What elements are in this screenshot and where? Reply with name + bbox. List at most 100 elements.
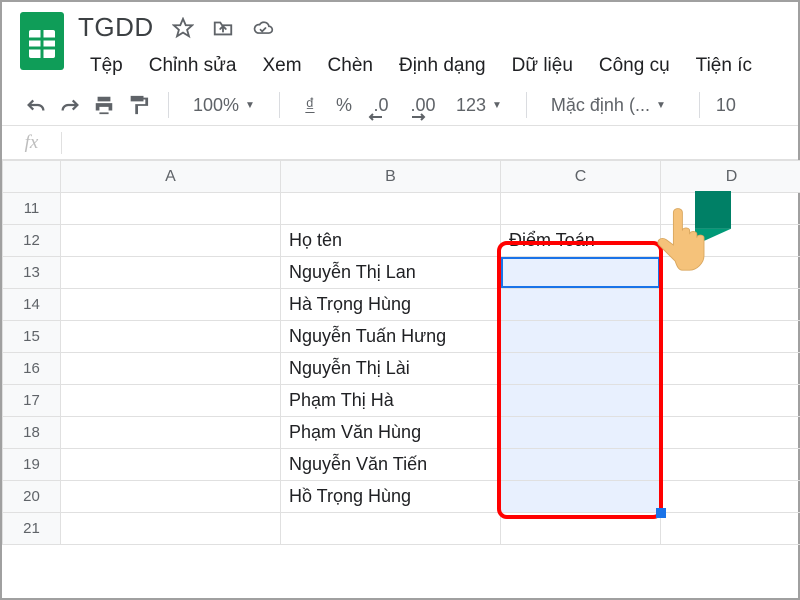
cell-C19[interactable]	[501, 449, 661, 481]
font-value: Mặc định (...	[551, 95, 650, 116]
cell-D20[interactable]	[661, 481, 800, 513]
cell-C14[interactable]	[501, 289, 661, 321]
cell-D21[interactable]	[661, 513, 800, 545]
spreadsheet-grid[interactable]: ABCD 1112 Họ tênĐiểm Toán 13 Nguyễn Thị Lan…	[2, 160, 800, 545]
fx-label: fx	[2, 132, 62, 154]
cell-C21[interactable]	[501, 513, 661, 545]
menu-công cụ[interactable]: Công cụ	[587, 51, 682, 81]
chevron-down-icon: ▼	[245, 100, 255, 111]
separator	[699, 92, 700, 118]
sheets-logo-icon	[20, 12, 64, 70]
cell-B14[interactable]: Hà Trọng Hùng	[281, 289, 501, 321]
menu-chỉnh sửa[interactable]: Chỉnh sửa	[137, 51, 249, 81]
row-header-19[interactable]: 19	[3, 449, 61, 481]
menu-xem[interactable]: Xem	[250, 51, 313, 81]
menu-định dạng[interactable]: Định dạng	[387, 51, 498, 81]
percent-button[interactable]: %	[330, 91, 358, 119]
cell-D17[interactable]	[661, 385, 800, 417]
numfmt-value: 123	[456, 95, 486, 116]
col-header-B[interactable]: B	[281, 161, 501, 193]
increase-decimal-button[interactable]: .00	[404, 91, 442, 119]
cell-B11[interactable]	[281, 193, 501, 225]
cell-C18[interactable]	[501, 417, 661, 449]
paint-format-button[interactable]	[124, 91, 152, 119]
move-folder-icon[interactable]	[212, 17, 234, 39]
cell-C15[interactable]	[501, 321, 661, 353]
zoom-value: 100%	[193, 95, 239, 116]
doc-title[interactable]: TGDD	[78, 12, 154, 43]
cell-D18[interactable]	[661, 417, 800, 449]
cell-A21[interactable]	[61, 513, 281, 545]
zoom-dropdown[interactable]: 100% ▼	[185, 95, 263, 116]
col-header-A[interactable]: A	[61, 161, 281, 193]
cell-B19[interactable]: Nguyễn Văn Tiến	[281, 449, 501, 481]
print-button[interactable]	[90, 91, 118, 119]
row-header-11[interactable]: 11	[3, 193, 61, 225]
cell-D16[interactable]	[661, 353, 800, 385]
font-size[interactable]: 10	[716, 95, 736, 116]
selection-handle[interactable]	[656, 508, 666, 518]
cell-B18[interactable]: Phạm Văn Hùng	[281, 417, 501, 449]
row-header-16[interactable]: 16	[3, 353, 61, 385]
cell-D13[interactable]	[661, 257, 800, 289]
separator	[168, 92, 169, 118]
cell-A14[interactable]	[61, 289, 281, 321]
cell-B15[interactable]: Nguyễn Tuấn Hưng	[281, 321, 501, 353]
star-icon[interactable]	[172, 17, 194, 39]
cell-A15[interactable]	[61, 321, 281, 353]
menu-tệp[interactable]: Tệp	[78, 51, 135, 81]
cell-C11[interactable]	[501, 193, 661, 225]
cell-A17[interactable]	[61, 385, 281, 417]
cell-A11[interactable]	[61, 193, 281, 225]
font-dropdown[interactable]: Mặc định (... ▼	[543, 95, 683, 116]
row-header-21[interactable]: 21	[3, 513, 61, 545]
cell-C20[interactable]	[501, 481, 661, 513]
cell-A12[interactable]	[61, 225, 281, 257]
cell-A16[interactable]	[61, 353, 281, 385]
row-header-15[interactable]: 15	[3, 321, 61, 353]
col-header-C[interactable]: C	[501, 161, 661, 193]
cell-B17[interactable]: Phạm Thị Hà	[281, 385, 501, 417]
separator	[526, 92, 527, 118]
chevron-down-icon: ▼	[492, 100, 502, 111]
row-header-18[interactable]: 18	[3, 417, 61, 449]
cell-B20[interactable]: Hồ Trọng Hùng	[281, 481, 501, 513]
cell-A20[interactable]	[61, 481, 281, 513]
cell-A19[interactable]	[61, 449, 281, 481]
row-header-14[interactable]: 14	[3, 289, 61, 321]
formula-input[interactable]	[62, 126, 798, 159]
redo-button[interactable]	[56, 91, 84, 119]
cell-D11[interactable]	[661, 193, 800, 225]
row-header-12[interactable]: 12	[3, 225, 61, 257]
cell-A18[interactable]	[61, 417, 281, 449]
menubar: TệpChỉnh sửaXemChènĐịnh dạngDữ liệuCông …	[78, 51, 780, 81]
row-header-20[interactable]: 20	[3, 481, 61, 513]
row-header-17[interactable]: 17	[3, 385, 61, 417]
cell-C16[interactable]	[501, 353, 661, 385]
undo-button[interactable]	[22, 91, 50, 119]
cell-C13[interactable]	[501, 257, 661, 289]
cell-B21[interactable]	[281, 513, 501, 545]
cell-C17[interactable]	[501, 385, 661, 417]
cloud-status-icon[interactable]	[252, 17, 274, 39]
chevron-down-icon: ▼	[656, 100, 666, 111]
currency-button[interactable]: ₫	[296, 91, 324, 119]
menu-chèn[interactable]: Chèn	[316, 51, 385, 81]
cell-B13[interactable]: Nguyễn Thị Lan	[281, 257, 501, 289]
cell-B16[interactable]: Nguyễn Thị Lài	[281, 353, 501, 385]
separator	[279, 92, 280, 118]
cell-C12[interactable]: Điểm Toán	[501, 225, 661, 257]
select-all-corner[interactable]	[3, 161, 61, 193]
row-header-13[interactable]: 13	[3, 257, 61, 289]
cell-A13[interactable]	[61, 257, 281, 289]
menu-dữ liệu[interactable]: Dữ liệu	[500, 51, 585, 81]
menu-tiện íc[interactable]: Tiện íc	[684, 51, 764, 81]
cell-D15[interactable]	[661, 321, 800, 353]
number-format-dropdown[interactable]: 123 ▼	[448, 95, 510, 116]
cell-D19[interactable]	[661, 449, 800, 481]
cell-B12[interactable]: Họ tên	[281, 225, 501, 257]
cell-D14[interactable]	[661, 289, 800, 321]
decrease-decimal-button[interactable]: .0	[364, 91, 398, 119]
cell-D12[interactable]	[661, 225, 800, 257]
col-header-D[interactable]: D	[661, 161, 800, 193]
